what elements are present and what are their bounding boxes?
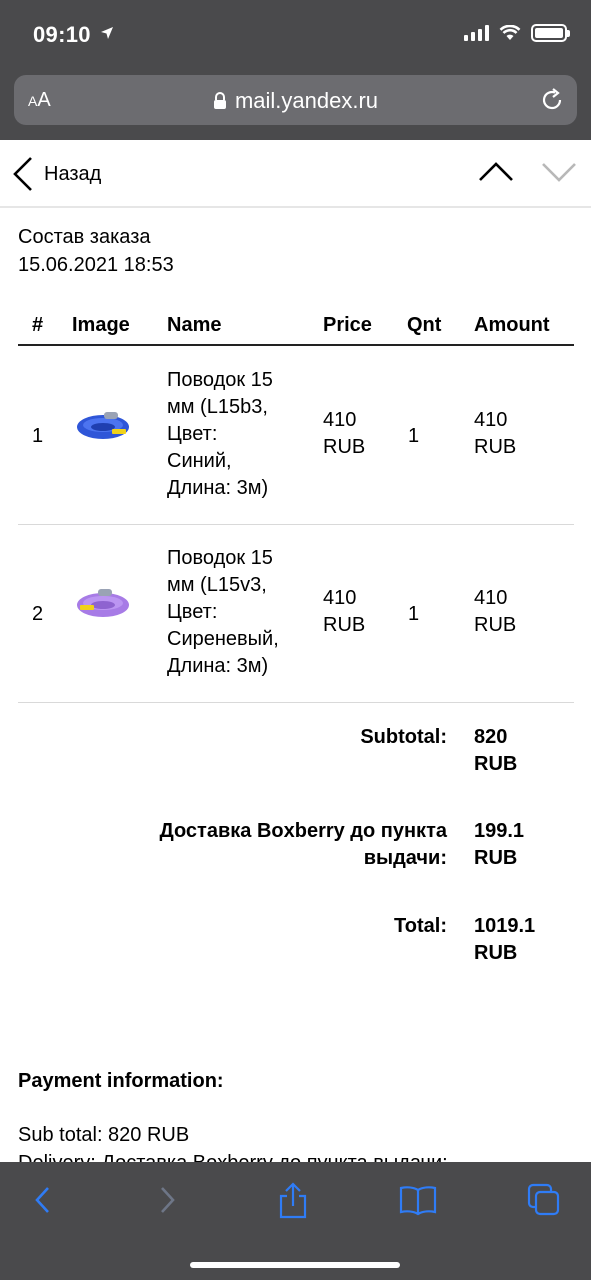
delivery-currency: RUB (474, 847, 518, 869)
item-quantity: 1 (408, 603, 420, 625)
forward-chevron-icon[interactable] (156, 1182, 180, 1218)
product-image[interactable] (74, 581, 132, 629)
item-name-line: Длина: 3м) (167, 655, 269, 677)
share-icon[interactable] (277, 1182, 309, 1220)
item-amount-currency: RUB (474, 614, 517, 636)
url-display[interactable]: mail.yandex.ru (14, 88, 577, 114)
back-button[interactable]: Назад (12, 156, 101, 192)
lock-icon (213, 92, 226, 109)
item-quantity: 1 (408, 425, 420, 447)
subtotal-value: 820 RUB (474, 724, 564, 778)
item-name-line: Цвет: (167, 601, 218, 623)
column-header-image: Image (72, 314, 130, 336)
bookmarks-book-icon[interactable] (398, 1182, 438, 1218)
item-name-line: Цвет: (167, 423, 218, 445)
total-value: 1019.1 RUB (474, 913, 564, 967)
item-price-value: 410 (323, 409, 357, 431)
reload-icon[interactable] (539, 87, 565, 113)
subtotal-label: Subtotal: (360, 726, 447, 748)
url-bar[interactable]: AA mail.yandex.ru (14, 75, 577, 125)
previous-message-chevron-up-icon[interactable] (478, 160, 514, 182)
subtotal-amount: 820 (474, 726, 508, 748)
leash-image (77, 412, 129, 439)
status-bar: 09:10 (0, 0, 591, 70)
delivery-value: 199.1 RUB (474, 818, 564, 872)
item-name-line: Поводок 15 (167, 369, 273, 391)
mail-navigation-bar: Назад (0, 140, 591, 208)
item-amount: 410 RUB (474, 585, 564, 639)
location-arrow-icon (101, 27, 113, 39)
payment-subtotal: Sub total: 820 RUB (18, 1124, 190, 1146)
item-name-line: мм (L15v3, (167, 574, 267, 596)
tabs-icon[interactable] (526, 1182, 562, 1218)
item-name-line: Сиреневый, (167, 628, 279, 650)
item-amount-currency: RUB (474, 436, 517, 458)
total-amount: 1019.1 (474, 915, 536, 937)
chevron-left-icon (13, 157, 32, 191)
total-label: Total: (394, 915, 447, 937)
item-number: 2 (32, 603, 44, 625)
column-header-name: Name (167, 314, 222, 336)
delivery-label: Доставка Boxberry до пункта выдачи: (159, 818, 447, 872)
order-date: 15.06.2021 18:53 (18, 254, 174, 276)
home-indicator (190, 1262, 400, 1268)
payment-heading: Payment information: (18, 1070, 224, 1092)
column-header-price: Price (323, 314, 372, 336)
back-chevron-icon[interactable] (30, 1182, 54, 1218)
column-header-num: # (32, 314, 44, 336)
table-row: 1 Поводок 15 мм (L15b3, Цвет: Синий, Дли… (18, 347, 574, 525)
item-price: 410 RUB (323, 585, 393, 639)
item-name-line: Длина: 3м) (167, 477, 269, 499)
url-text: mail.yandex.ru (234, 88, 379, 113)
item-amount-value: 410 (474, 587, 508, 609)
cellular-signal-icon (464, 25, 489, 41)
item-price-currency: RUB (323, 436, 366, 458)
item-number: 1 (32, 425, 44, 447)
browser-chrome: 09:10 AA mail.yandex.ru (0, 0, 591, 140)
product-image[interactable] (74, 403, 132, 451)
subtotal-currency: RUB (474, 753, 518, 775)
item-name: Поводок 15 мм (L15b3, Цвет: Синий, Длина… (167, 367, 312, 502)
delivery-label-line: Доставка Boxberry до пункта (159, 820, 447, 842)
item-name-line: Синий, (167, 450, 232, 472)
next-message-chevron-down-icon[interactable] (541, 160, 577, 182)
item-name: Поводок 15 мм (L15v3, Цвет: Сиреневый, Д… (167, 545, 312, 680)
status-indicators (464, 24, 570, 42)
item-price-value: 410 (323, 587, 357, 609)
delivery-label-line: выдачи: (363, 847, 447, 869)
total-currency: RUB (474, 942, 518, 964)
order-title: Состав заказа (18, 226, 151, 248)
leash-image (77, 589, 129, 617)
wifi-icon (499, 25, 521, 40)
item-amount: 410 RUB (474, 407, 564, 461)
item-name-line: мм (L15b3, (167, 396, 268, 418)
payment-delivery: Delivery: Доставка Boxberry до пункта вы… (18, 1150, 448, 1162)
item-price-currency: RUB (323, 614, 366, 636)
order-table-header: # Image Name Price Qnt Amount (18, 312, 574, 346)
item-price: 410 RUB (323, 407, 393, 461)
column-header-amount: Amount (474, 314, 550, 336)
delivery-amount: 199.1 (474, 820, 525, 842)
battery-icon (531, 24, 570, 42)
item-name-line: Поводок 15 (167, 547, 273, 569)
table-row: 2 Поводок 15 мм (L15v3, Цвет: Сиреневый,… (18, 525, 574, 703)
column-header-qnt: Qnt (407, 314, 442, 336)
status-time: 09:10 (33, 22, 91, 47)
back-label: Назад (44, 162, 102, 185)
item-amount-value: 410 (474, 409, 508, 431)
